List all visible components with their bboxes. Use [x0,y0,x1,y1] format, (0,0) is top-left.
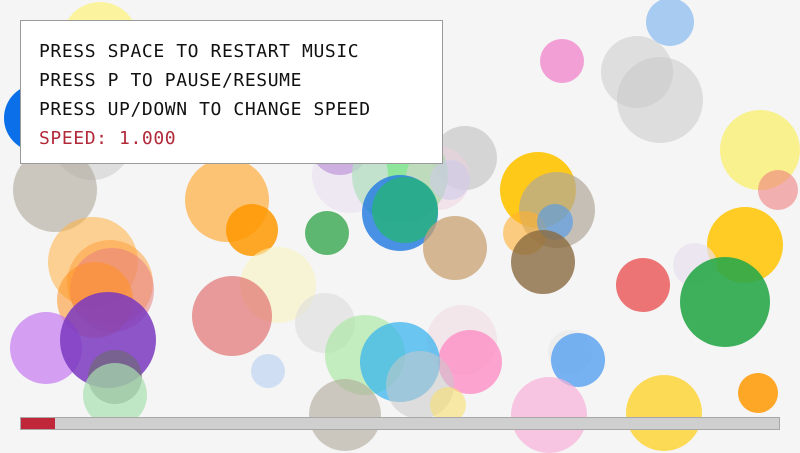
bubble [540,39,584,83]
bubble [626,375,702,451]
bubble [192,276,272,356]
music-progress-bar [20,417,780,430]
bubble [251,354,285,388]
bubble [738,373,778,413]
music-progress-fill [21,418,56,429]
bubble [423,216,487,280]
bubble [309,379,381,451]
bubble [511,230,575,294]
bubble [758,170,798,210]
instructions-panel: PRESS SPACE TO RESTART MUSIC PRESS P TO … [20,20,443,164]
bubble [616,258,670,312]
bubble [680,257,770,347]
speed-readout: SPEED: 1.000 [39,128,177,149]
bubble [305,211,349,255]
restart-music-instruction: PRESS SPACE TO RESTART MUSIC [39,41,360,62]
change-speed-instruction: PRESS UP/DOWN TO CHANGE SPEED [39,99,371,120]
pause-resume-instruction: PRESS P TO PAUSE/RESUME [39,70,303,91]
bubble [617,57,703,143]
bubble [511,377,587,453]
